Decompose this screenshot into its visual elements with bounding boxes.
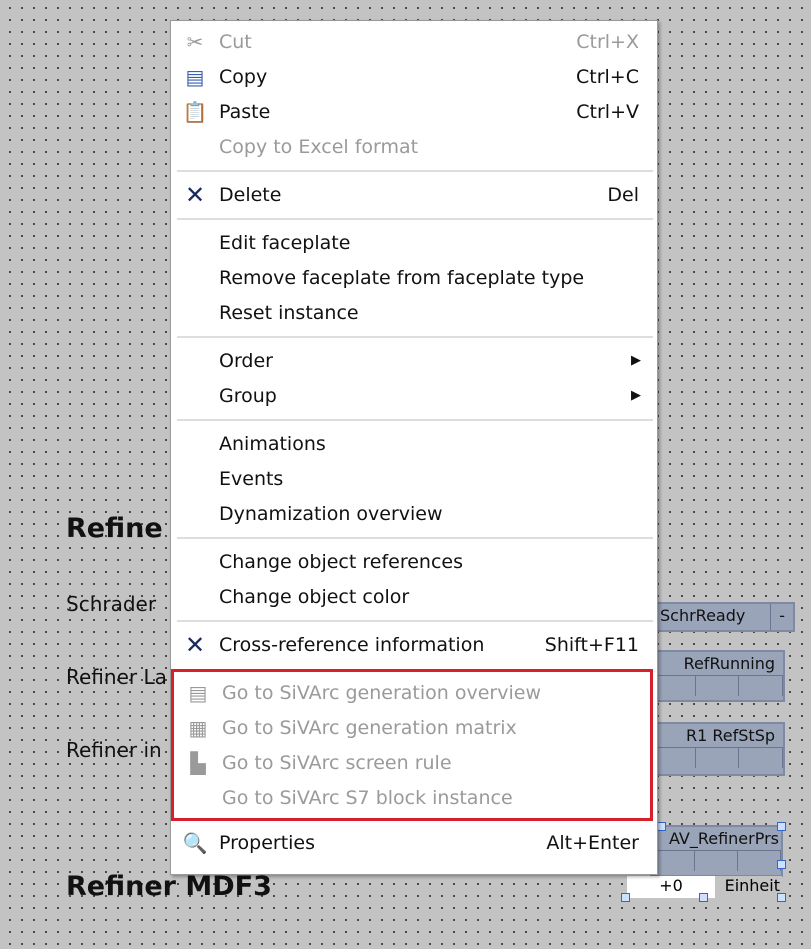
separator: [171, 531, 657, 544]
cross-reference-icon: ✕: [184, 630, 206, 659]
context-menu: ✂ Cut Ctrl+X ▤ Copy Ctrl+C 📋 Paste Ctrl+V Copy…: [170, 20, 658, 875]
label-refiner-la[interactable]: Refiner La: [66, 665, 167, 689]
change-refs-label: Change object references: [219, 550, 463, 573]
selection-handle[interactable]: [621, 893, 630, 902]
separator: [171, 614, 657, 627]
menu-item-paste[interactable]: 📋 Paste Ctrl+V: [171, 94, 657, 129]
schr-ready-widget[interactable]: SchrReady -: [650, 602, 795, 632]
menu-item-cut[interactable]: ✂ Cut Ctrl+X: [171, 24, 657, 59]
schr-ready-button[interactable]: -: [770, 604, 793, 630]
menu-item-delete[interactable]: ✕ Delete Del: [171, 177, 657, 212]
menu-item-order[interactable]: Order ▶: [171, 343, 657, 378]
cross-ref-shortcut: Shift+F11: [544, 633, 639, 656]
menu-item-sivarc-screen-rule[interactable]: ▙ Go to SiVArc screen rule: [174, 745, 650, 780]
submenu-arrow-icon: ▶: [631, 353, 641, 368]
cross-ref-label: Cross-reference information: [219, 633, 485, 656]
av-refiner-prs-widget[interactable]: AV_RefinerPrs: [650, 825, 783, 877]
properties-shortcut: Alt+Enter: [546, 831, 639, 854]
properties-magnifier-icon: 🔍: [182, 830, 208, 855]
submenu-arrow-icon: ▶: [631, 388, 641, 403]
dynamization-label: Dynamization overview: [219, 502, 443, 525]
selection-handle[interactable]: [777, 822, 786, 831]
menu-item-change-color[interactable]: Change object color: [171, 579, 657, 614]
selection-handle[interactable]: [777, 860, 786, 869]
sivarc-s7-label: Go to SiVArc S7 block instance: [222, 786, 513, 809]
events-label: Events: [219, 467, 284, 490]
menu-item-sivarc-matrix[interactable]: ▦ Go to SiVArc generation matrix: [174, 710, 650, 745]
paste-icon: 📋: [182, 99, 208, 124]
sivarc-highlight-box: ▤ Go to SiVArc generation overview ▦ Go to…: [171, 669, 653, 821]
separator: [171, 164, 657, 177]
sivarc-overview-label: Go to SiVArc generation overview: [222, 681, 541, 704]
ref-stsp-label: R1 RefStSp: [686, 726, 775, 745]
heading-refiner-mdf3[interactable]: Refiner MDF3: [66, 871, 272, 902]
properties-label: Properties: [219, 831, 316, 854]
animations-label: Animations: [219, 432, 326, 455]
menu-item-change-refs[interactable]: Change object references: [171, 544, 657, 579]
scissors-icon: ✂: [186, 29, 204, 54]
av-refiner-prs-label: AV_RefinerPrs: [668, 829, 779, 848]
remove-faceplate-label: Remove faceplate from faceplate type: [219, 266, 585, 289]
menu-item-dynamization[interactable]: Dynamization overview: [171, 496, 657, 531]
generation-overview-icon: ▤: [188, 680, 208, 705]
ref-stsp-widget[interactable]: R1 RefStSp: [650, 722, 785, 776]
cut-shortcut: Ctrl+X: [576, 30, 639, 53]
av-refiner-prs-cells: [652, 850, 781, 871]
heading-refiner[interactable]: Refine: [66, 513, 163, 544]
change-color-label: Change object color: [219, 585, 410, 608]
selection-handle[interactable]: [699, 893, 708, 902]
delete-label: Delete: [219, 183, 282, 206]
ref-stsp-cells: [652, 747, 784, 768]
paste-shortcut: Ctrl+V: [576, 100, 639, 123]
ref-running-cells: [652, 675, 784, 696]
unit-text: Einheit: [715, 876, 782, 898]
separator: [171, 330, 657, 343]
cut-label: Cut: [219, 30, 252, 53]
menu-item-sivarc-s7[interactable]: Go to SiVArc S7 block instance: [174, 780, 650, 815]
label-refiner-in[interactable]: Refiner in: [66, 738, 162, 762]
reset-instance-label: Reset instance: [219, 301, 359, 324]
delete-shortcut: Del: [607, 183, 639, 206]
screen-rule-icon: ▙: [190, 750, 206, 775]
group-label: Group: [219, 384, 277, 407]
schr-ready-label: SchrReady: [660, 606, 746, 625]
ref-running-label: RefRunning: [683, 654, 775, 673]
menu-item-group[interactable]: Group ▶: [171, 378, 657, 413]
sivarc-matrix-label: Go to SiVArc generation matrix: [222, 716, 517, 739]
menu-item-edit-faceplate[interactable]: Edit faceplate: [171, 225, 657, 260]
menu-item-properties[interactable]: 🔍 Properties Alt+Enter: [171, 825, 657, 860]
menu-item-animations[interactable]: Animations: [171, 426, 657, 461]
copy-label: Copy: [219, 65, 268, 88]
menu-item-remove-faceplate[interactable]: Remove faceplate from faceplate type: [171, 260, 657, 295]
label-schrader[interactable]: Schrader: [66, 592, 156, 616]
order-label: Order: [219, 349, 273, 372]
menu-item-copy-excel[interactable]: Copy to Excel format: [171, 129, 657, 164]
menu-item-sivarc-overview[interactable]: ▤ Go to SiVArc generation overview: [174, 675, 650, 710]
separator: [171, 212, 657, 225]
menu-item-copy[interactable]: ▤ Copy Ctrl+C: [171, 59, 657, 94]
copy-shortcut: Ctrl+C: [576, 65, 639, 88]
menu-item-cross-ref[interactable]: ✕ Cross-reference information Shift+F11: [171, 627, 657, 662]
delete-x-icon: ✕: [184, 180, 206, 209]
edit-faceplate-label: Edit faceplate: [219, 231, 351, 254]
menu-item-reset-instance[interactable]: Reset instance: [171, 295, 657, 330]
menu-item-events[interactable]: Events: [171, 461, 657, 496]
copy-excel-label: Copy to Excel format: [219, 135, 419, 158]
ref-running-widget[interactable]: RefRunning: [650, 650, 785, 702]
generation-matrix-icon: ▦: [188, 715, 208, 740]
sivarc-screen-label: Go to SiVArc screen rule: [222, 751, 452, 774]
selection-handle[interactable]: [657, 822, 666, 831]
copy-icon: ▤: [185, 64, 205, 89]
separator: [171, 413, 657, 426]
selection-handle[interactable]: [777, 893, 786, 902]
paste-label: Paste: [219, 100, 271, 123]
